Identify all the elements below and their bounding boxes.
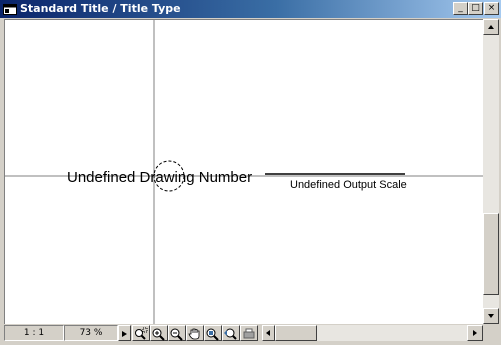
print-preview-button[interactable] xyxy=(240,325,258,341)
scroll-up-button[interactable] xyxy=(483,19,499,35)
pan-button[interactable] xyxy=(186,325,204,341)
drawing-canvas[interactable]: Undefined Drawing Number Undefined Outpu… xyxy=(4,19,483,324)
zoom-extents-icon xyxy=(206,328,219,341)
close-button[interactable]: × xyxy=(484,2,499,15)
zoom-in-icon xyxy=(152,328,165,341)
zoom-window-button[interactable] xyxy=(132,325,150,341)
vertical-scrollbar[interactable] xyxy=(483,19,499,324)
vertical-scroll-thumb[interactable] xyxy=(483,213,499,295)
status-bar: 1 : 1 73 % xyxy=(4,325,483,341)
scroll-left-button[interactable] xyxy=(262,325,275,341)
zoom-previous-button[interactable] xyxy=(222,325,240,341)
scale-field: 1 : 1 xyxy=(4,325,64,341)
drawing-window: Standard Title / Title Type _ □ × Undefi… xyxy=(0,0,501,345)
zoom-out-button[interactable] xyxy=(168,325,186,341)
arrow-left-icon xyxy=(266,330,270,336)
output-scale-text: Undefined Output Scale xyxy=(290,179,407,191)
zoom-out-icon xyxy=(170,328,183,341)
size-grip[interactable] xyxy=(483,325,499,341)
zoom-window-icon xyxy=(135,327,148,340)
zoom-in-button[interactable] xyxy=(150,325,168,341)
zoom-previous-icon xyxy=(224,328,237,340)
app-icon[interactable] xyxy=(3,3,17,15)
zoom-extents-button[interactable] xyxy=(204,325,222,341)
minimize-button[interactable]: _ xyxy=(453,2,468,15)
window-title: Standard Title / Title Type xyxy=(20,2,181,15)
scroll-right-button[interactable] xyxy=(467,325,483,341)
pan-hand-icon xyxy=(188,328,200,340)
scroll-down-button[interactable] xyxy=(483,308,499,324)
print-preview-icon xyxy=(243,328,255,339)
title-bar[interactable]: Standard Title / Title Type _ □ × xyxy=(0,0,501,18)
arrow-up-icon xyxy=(488,25,494,29)
play-icon xyxy=(122,331,127,337)
arrow-down-icon xyxy=(488,314,494,318)
drawing-svg: Undefined Drawing Number Undefined Outpu… xyxy=(5,20,483,324)
arrow-right-icon xyxy=(473,330,477,336)
horizontal-scrollbar[interactable] xyxy=(262,325,483,341)
maximize-button[interactable]: □ xyxy=(468,2,483,15)
play-button[interactable] xyxy=(118,325,131,341)
horizontal-scroll-thumb[interactable] xyxy=(275,325,317,341)
drawing-number-text: Undefined Drawing Number xyxy=(67,169,252,186)
zoom-field[interactable]: 73 % xyxy=(64,325,118,341)
